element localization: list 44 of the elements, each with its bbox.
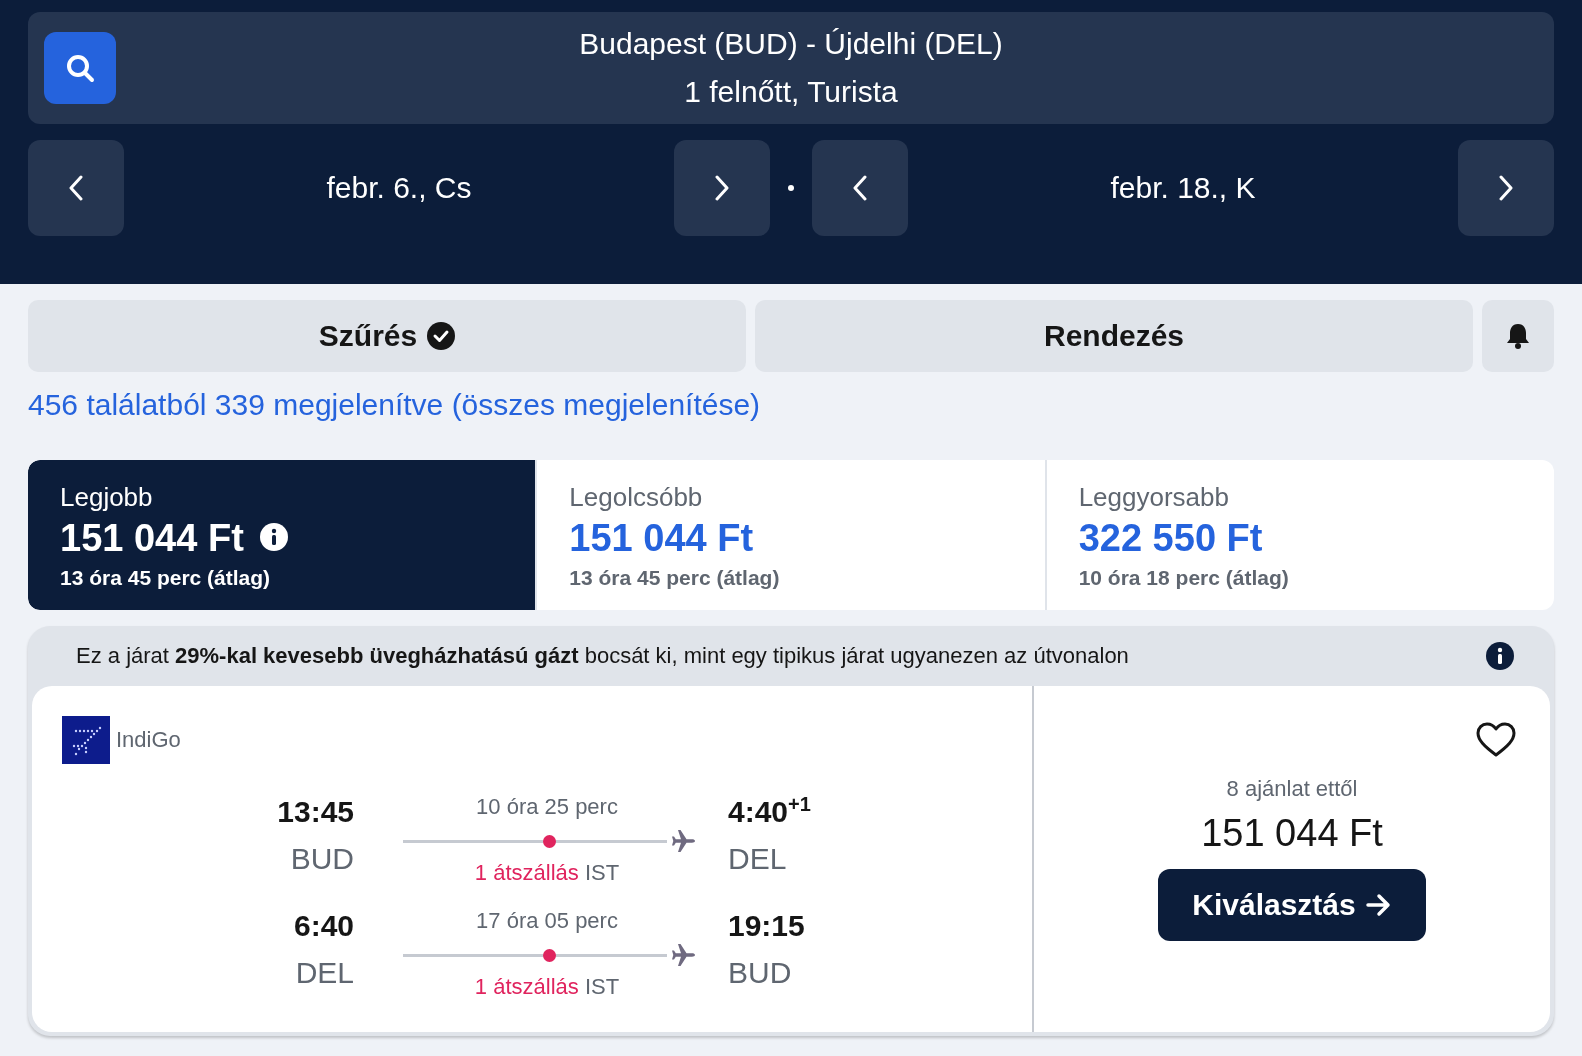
chevron-left-icon — [69, 175, 83, 201]
departure-time: 13:45 — [276, 794, 354, 830]
stop-dot — [543, 834, 556, 848]
sort-tab[interactable]: Leggyorsabb 322 550 Ft 10 óra 18 perc (átlag) — [1044, 460, 1554, 610]
select-button[interactable]: Kiválasztás — [1158, 869, 1426, 941]
search-button[interactable] — [44, 32, 116, 104]
flight-duration: 10 óra 25 perc — [476, 794, 618, 820]
departure-time: 6:40 — [292, 908, 354, 944]
route-text: Budapest (BUD) - Újdelhi (DEL) — [579, 26, 1003, 62]
flight-duration: 17 óra 05 perc — [476, 908, 618, 934]
sort-tab[interactable]: Legolcsóbb 151 044 Ft 13 óra 45 perc (átlag) — [535, 460, 1045, 610]
offers-count: 8 ajánlat ettől — [1226, 776, 1358, 802]
heart-icon[interactable] — [1476, 722, 1516, 758]
stops-text: 1 átszállás IST — [474, 860, 620, 886]
passengers-text: 1 felnőtt, Turista — [684, 74, 898, 110]
airport-code: BUD — [728, 956, 793, 990]
sort-tab[interactable]: Legjobb 151 044 Ft 13 óra 45 perc (átlag) — [28, 460, 536, 610]
stop-dot — [543, 948, 556, 962]
airplane-icon — [671, 828, 697, 854]
airline-name: IndiGo — [116, 727, 181, 753]
chevron-right-icon — [715, 175, 729, 201]
chevron-left-icon — [853, 175, 867, 201]
airport-code: DEL — [294, 956, 354, 990]
stops-text: 1 átszállás IST — [474, 974, 620, 1000]
info-icon[interactable] — [1486, 642, 1514, 670]
arrival-time: 4:40$^{+1}$ — [728, 794, 812, 830]
date-label[interactable]: febr. 6., Cs — [124, 171, 674, 205]
price-alert-button[interactable] — [1482, 300, 1554, 372]
sort-button[interactable]: Rendezés — [755, 300, 1473, 372]
search-icon — [65, 53, 95, 83]
emissions-banner-text: Ez a járat 29%-kal kevesebb üvegházhatású gázt bocsát ki, mint egy tipikus járat ugyanezen az útvonalon — [76, 643, 1129, 669]
show-all-results-link[interactable]: 456 találatból 339 megjelenítve (összes megjelenítése) — [28, 388, 761, 422]
bell-icon — [1505, 322, 1531, 350]
arrow-right-icon — [1365, 893, 1392, 917]
airport-code: BUD — [289, 842, 354, 876]
chevron-right-icon — [1499, 175, 1513, 201]
arrival-time: 19:15 — [728, 908, 806, 944]
info-icon[interactable] — [259, 522, 288, 551]
airplane-icon — [671, 942, 697, 968]
price-text: 151 044 Ft — [1201, 812, 1383, 855]
date-label[interactable]: febr. 18., K — [908, 171, 1458, 205]
airline-logo-icon — [62, 716, 110, 764]
filter-button[interactable]: Szűrés — [28, 300, 746, 372]
airport-code: DEL — [728, 842, 788, 876]
